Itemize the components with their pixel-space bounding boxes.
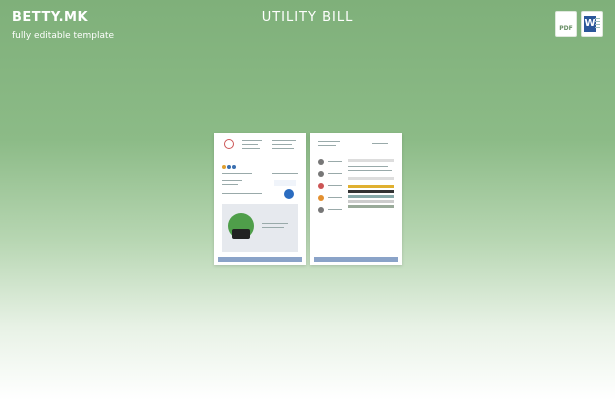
page-title: UTILITY BILL (261, 10, 354, 25)
pdf-label: PDF (559, 25, 573, 32)
file-format-icons: PDF W (555, 11, 603, 37)
tagline: fully editable template (12, 31, 115, 41)
preview-page-2 (310, 133, 402, 265)
preview-page-1 (214, 133, 306, 265)
word-file-icon: W (581, 11, 603, 37)
pdf-file-icon: PDF (555, 11, 577, 37)
logo-mark-icon (224, 139, 234, 149)
template-preview (214, 133, 402, 265)
